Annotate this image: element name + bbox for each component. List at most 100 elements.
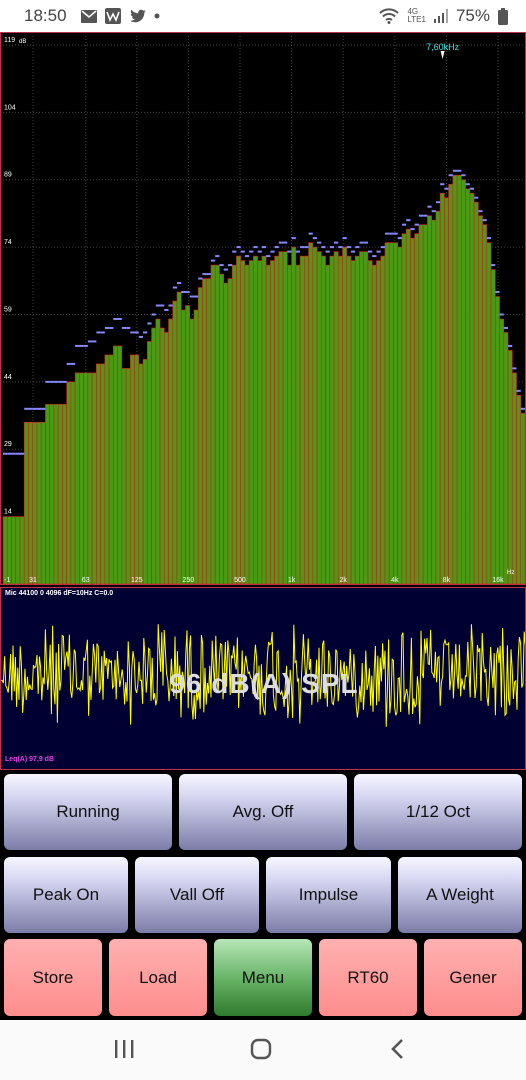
y-tick-label: 44 — [4, 374, 12, 381]
generator-button[interactable]: Gener — [422, 937, 524, 1018]
wifi-icon — [379, 8, 400, 24]
impulse-button[interactable]: Impulse — [264, 855, 393, 935]
spectrum-bar — [261, 255, 267, 585]
w-app-icon — [105, 8, 121, 24]
spectrum-bar — [28, 421, 34, 585]
spectrum-bar — [104, 354, 110, 585]
leq-readout: Leq(A) 97,9 dB — [5, 756, 55, 763]
spectrum-bar — [53, 404, 59, 585]
x-tick-label: 125 — [131, 577, 143, 584]
average-button[interactable]: Avg. Off — [177, 772, 349, 852]
spectrum-bar — [57, 404, 63, 585]
x-tick-label: 8k — [443, 577, 451, 584]
spectrum-bar — [405, 228, 411, 585]
weighting-button[interactable]: A Weight — [396, 855, 524, 935]
spectrum-bar — [49, 404, 55, 585]
x-tick-label: 63 — [82, 577, 90, 584]
spectrum-bar — [146, 341, 152, 585]
spectrum-bar — [393, 242, 398, 585]
spectrum-bar — [274, 255, 280, 585]
x-tick-label: 1k — [288, 577, 296, 584]
spectrum-bar — [388, 242, 394, 585]
spectrum-bar — [503, 332, 509, 585]
spectrum-bar — [308, 242, 314, 585]
spectrum-bar — [371, 264, 377, 585]
spectrum-bar — [257, 260, 263, 585]
spectrum-bar — [520, 413, 526, 585]
spl-readout: 96 dB(A) SPL — [169, 668, 359, 699]
running-button[interactable]: Running — [2, 772, 174, 852]
x-tick-label: 16k — [492, 577, 504, 584]
spectrum-bar — [312, 246, 318, 585]
spectrum-bar — [168, 318, 174, 585]
spectrum-bar — [130, 354, 135, 585]
x-axis-label: Hz — [507, 570, 514, 576]
x-corner-label: -1 — [4, 577, 10, 584]
spectrum-bar — [486, 242, 492, 585]
spectrum-bar — [32, 421, 38, 585]
spectrum-bar — [70, 381, 76, 585]
spectrum-bar — [282, 251, 288, 585]
spectrum-bar — [516, 395, 522, 585]
spectrum-bar — [19, 516, 25, 585]
spectrum-bar — [125, 368, 131, 585]
spectrum-bar — [350, 260, 356, 585]
x-tick-label: 250 — [183, 577, 195, 584]
store-button[interactable]: Store — [2, 937, 104, 1018]
spectrum-bar — [342, 246, 348, 585]
spectrum-bar — [444, 197, 449, 585]
spectrum-bar — [439, 192, 445, 585]
signal-icon — [433, 9, 448, 23]
peak-button[interactable]: Peak On — [2, 855, 130, 935]
spectrum-bar — [367, 260, 373, 585]
y-tick-label: 59 — [4, 306, 12, 313]
menu-button[interactable]: Menu — [212, 937, 314, 1018]
spectrum-bar — [431, 219, 437, 585]
back-icon[interactable] — [378, 1034, 418, 1064]
spectrum-bar — [91, 372, 97, 585]
valley-button[interactable]: Vall Off — [133, 855, 261, 935]
spectrum-bar — [62, 404, 67, 585]
spectrum-bar — [325, 264, 331, 585]
spectrum-bar — [100, 363, 106, 585]
spectrum-bar — [66, 381, 72, 585]
spectrum-bar — [155, 318, 161, 585]
spectrum-bar — [236, 255, 241, 585]
spectrum-bar — [478, 215, 483, 585]
spectrum-bar — [265, 264, 271, 585]
spectrum-chart[interactable]: 119 104 89 74 59 44 29 14 dB 31 63 125 250 500 1k 2k 4k 8… — [0, 32, 526, 585]
control-buttons: Running Avg. Off 1/12 Oct Peak On Vall O… — [0, 770, 526, 1020]
spectrum-bar — [435, 210, 441, 585]
spectrum-bar — [461, 179, 466, 585]
mic-info: Mic 44100 0 4096 dF=10Hz C=0.0 — [5, 590, 114, 597]
spectrum-bar — [291, 246, 297, 585]
spectrum-bar — [507, 350, 513, 585]
spectrum-bar — [456, 174, 462, 585]
spectrum-bar — [359, 251, 365, 585]
spectrum-bar — [473, 201, 479, 585]
spectrum-bar — [397, 246, 403, 585]
spectrum-bar — [253, 255, 258, 585]
spectrum-bar — [270, 260, 275, 585]
spectrum-bar — [401, 233, 407, 585]
spectrum-bar — [469, 192, 475, 585]
y-tick-label: 29 — [4, 441, 12, 448]
network-type: 4G LTE1 — [407, 7, 426, 24]
spectrum-bar — [113, 345, 118, 585]
y-tick-label: 89 — [4, 172, 12, 179]
spectrum-bar — [452, 174, 458, 585]
load-button[interactable]: Load — [107, 937, 209, 1018]
spectrum-bar — [202, 278, 208, 585]
octave-button[interactable]: 1/12 Oct — [352, 772, 524, 852]
spectrum-bar — [316, 251, 322, 585]
rt60-button[interactable]: RT60 — [317, 937, 419, 1018]
x-tick-label: 31 — [29, 577, 37, 584]
navigation-bar — [0, 1020, 526, 1080]
twitter-icon — [129, 9, 146, 23]
recent-apps-icon[interactable] — [104, 1034, 144, 1064]
waveform-panel[interactable]: Mic 44100 0 4096 dF=10Hz C=0.0 96 dB(A) … — [0, 587, 526, 770]
home-icon[interactable] — [241, 1034, 281, 1064]
spectrum-bar — [410, 237, 415, 585]
spectrum-bar — [172, 300, 178, 585]
spectrum-bar — [6, 516, 12, 585]
